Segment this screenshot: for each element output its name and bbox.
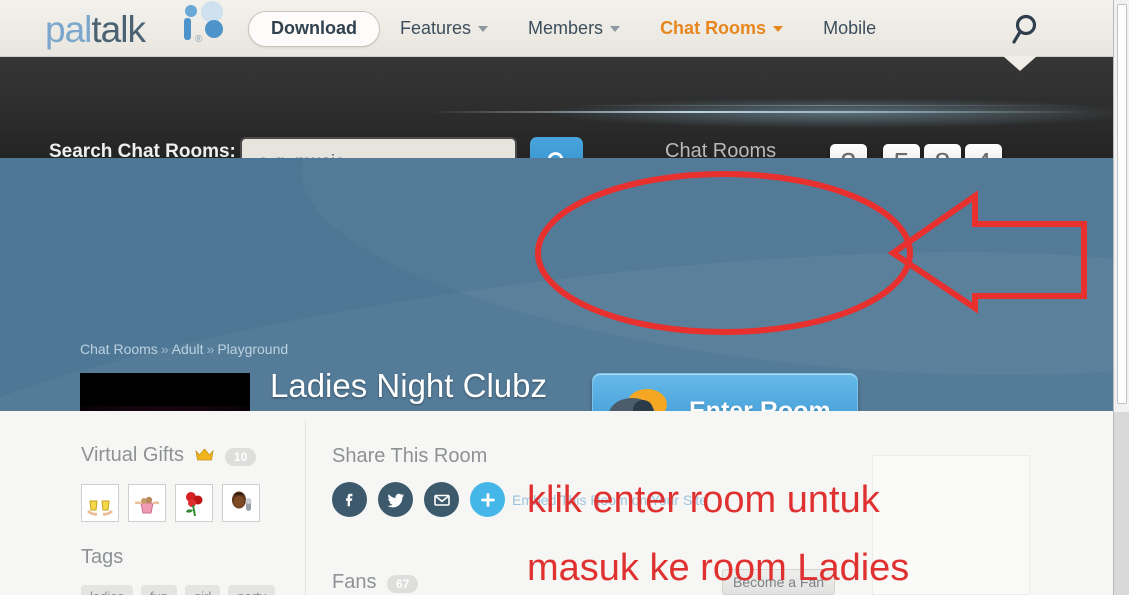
tags-list: ladies fun girl party [81,585,276,595]
share-this-room-title: Share This Room [332,445,488,467]
nav-label-members: Members [528,18,604,38]
side-panel-placeholder [872,455,1030,595]
page-title: Ladies Night Clubz [270,367,547,404]
tag-item[interactable]: party [228,585,276,595]
breadcrumb-item-chat-rooms[interactable]: Chat Rooms [80,341,158,357]
search-icon[interactable] [1011,12,1045,46]
fans-count-badge: 67 [386,574,419,593]
logo-text-pal: pal [45,9,92,50]
red-roses-gift[interactable] [175,484,213,522]
singer-gift[interactable] [222,484,260,522]
search-bar-section: Search Chat Rooms: Advanced Search Chat … [0,57,1113,158]
counter-digit: 3 [830,144,867,158]
chevron-down-icon [773,25,784,32]
room-hero-section: Chat Rooms» Adult» Playground Ladies Night… [0,158,1113,411]
more-share-icon[interactable] [470,482,505,517]
breadcrumb-separator: » [206,341,215,357]
nav-menu: Download Features Members Chat Rooms Mob… [248,0,896,57]
virtual-gifts-list [81,484,260,522]
enter-room-button[interactable]: Enter Room [592,373,858,411]
open-now-line1: Chat Rooms [665,140,777,158]
search-label: Search Chat Rooms: [49,141,236,158]
logo-bubble-small-icon [185,5,197,17]
counter-digit: 5 [883,144,920,158]
breadcrumb-separator: » [160,341,169,357]
logo-text-talk: talk [91,9,146,50]
logo-bubble-blue-icon [205,20,223,38]
become-a-fan-button[interactable]: Become a Fan [722,569,836,595]
fans-title: Fans [332,571,377,593]
share-heading: Share This Room [332,445,487,468]
crown-icon [195,447,215,467]
nav-item-download[interactable]: Download [248,10,380,47]
thumbnail-top-bar [80,373,250,405]
enter-room-label: Enter Room [689,397,831,411]
nav-item-mobile[interactable]: Mobile [803,18,896,39]
tag-item[interactable]: girl [185,585,221,595]
email-share-icon[interactable] [424,482,459,517]
room-thumbnail[interactable]: Ladies Night f Suka 0 [80,373,250,411]
tags-title: Tags [81,546,124,568]
search-input[interactable] [240,137,517,158]
browser-viewport: paltalk ® Download Features Members Chat… [0,0,1129,595]
logo-bubble-stem [184,18,191,40]
facebook-share-icon[interactable] [332,482,367,517]
open-rooms-counter: 3 , 5 8 4 [830,144,1002,158]
nav-label-download: Download [271,18,357,38]
virtual-gifts-title: Virtual Gifts [81,444,184,466]
logo-registered-mark: ® [195,34,203,45]
paltalk-logo[interactable]: paltalk ® [45,1,230,52]
browser-scrollbar[interactable] [1113,0,1129,595]
chevron-down-icon [610,25,621,32]
nav-active-notch [1003,56,1037,71]
paltalk-page: paltalk ® Download Features Members Chat… [0,0,1113,595]
tag-item[interactable]: ladies [81,585,133,595]
fans-heading: Fans 67 [332,571,419,594]
chevron-down-icon [478,25,489,32]
virtual-gifts-count-badge: 10 [224,447,257,466]
nav-label-chat-rooms: Chat Rooms [660,18,767,38]
counter-digit: 8 [924,144,961,158]
chat-rooms-open-now-label: Chat Rooms Open Now [665,139,776,158]
nav-label-features: Features [400,18,472,38]
virtual-gifts-heading: Virtual Gifts 10 [81,444,257,467]
nav-label-mobile: Mobile [823,18,877,38]
scrollbar-thumb[interactable] [1117,4,1127,404]
beer-toast-gift[interactable] [81,484,119,522]
breadcrumb: Chat Rooms» Adult» Playground [80,341,288,357]
counter-digit: 4 [965,144,1002,158]
twitter-share-icon[interactable] [378,482,413,517]
breadcrumb-item-adult[interactable]: Adult [172,341,204,357]
nav-item-features[interactable]: Features [380,18,508,39]
thumbnail-artwork: Ladies Night [80,406,250,411]
embed-room-link[interactable]: Embed This Room on Your Site [512,492,707,508]
nav-item-members[interactable]: Members [508,18,640,39]
breadcrumb-item-playground[interactable]: Playground [217,341,288,357]
magnifier-icon [547,152,563,158]
nav-item-chat-rooms[interactable]: Chat Rooms [640,18,803,39]
light-streak-decoration-2 [560,105,1080,106]
chat-bubbles-icon [607,387,679,411]
search-submit-button[interactable] [530,137,583,158]
top-navigation-bar: paltalk ® Download Features Members Chat… [0,0,1113,71]
light-streak-decoration [430,111,1090,113]
column-divider [305,421,306,595]
tags-heading: Tags [81,546,123,569]
share-icons-list [332,482,505,517]
popcorn-gift[interactable] [128,484,166,522]
tag-item[interactable]: fun [140,585,178,595]
scrollbar-track[interactable] [1114,0,1129,412]
